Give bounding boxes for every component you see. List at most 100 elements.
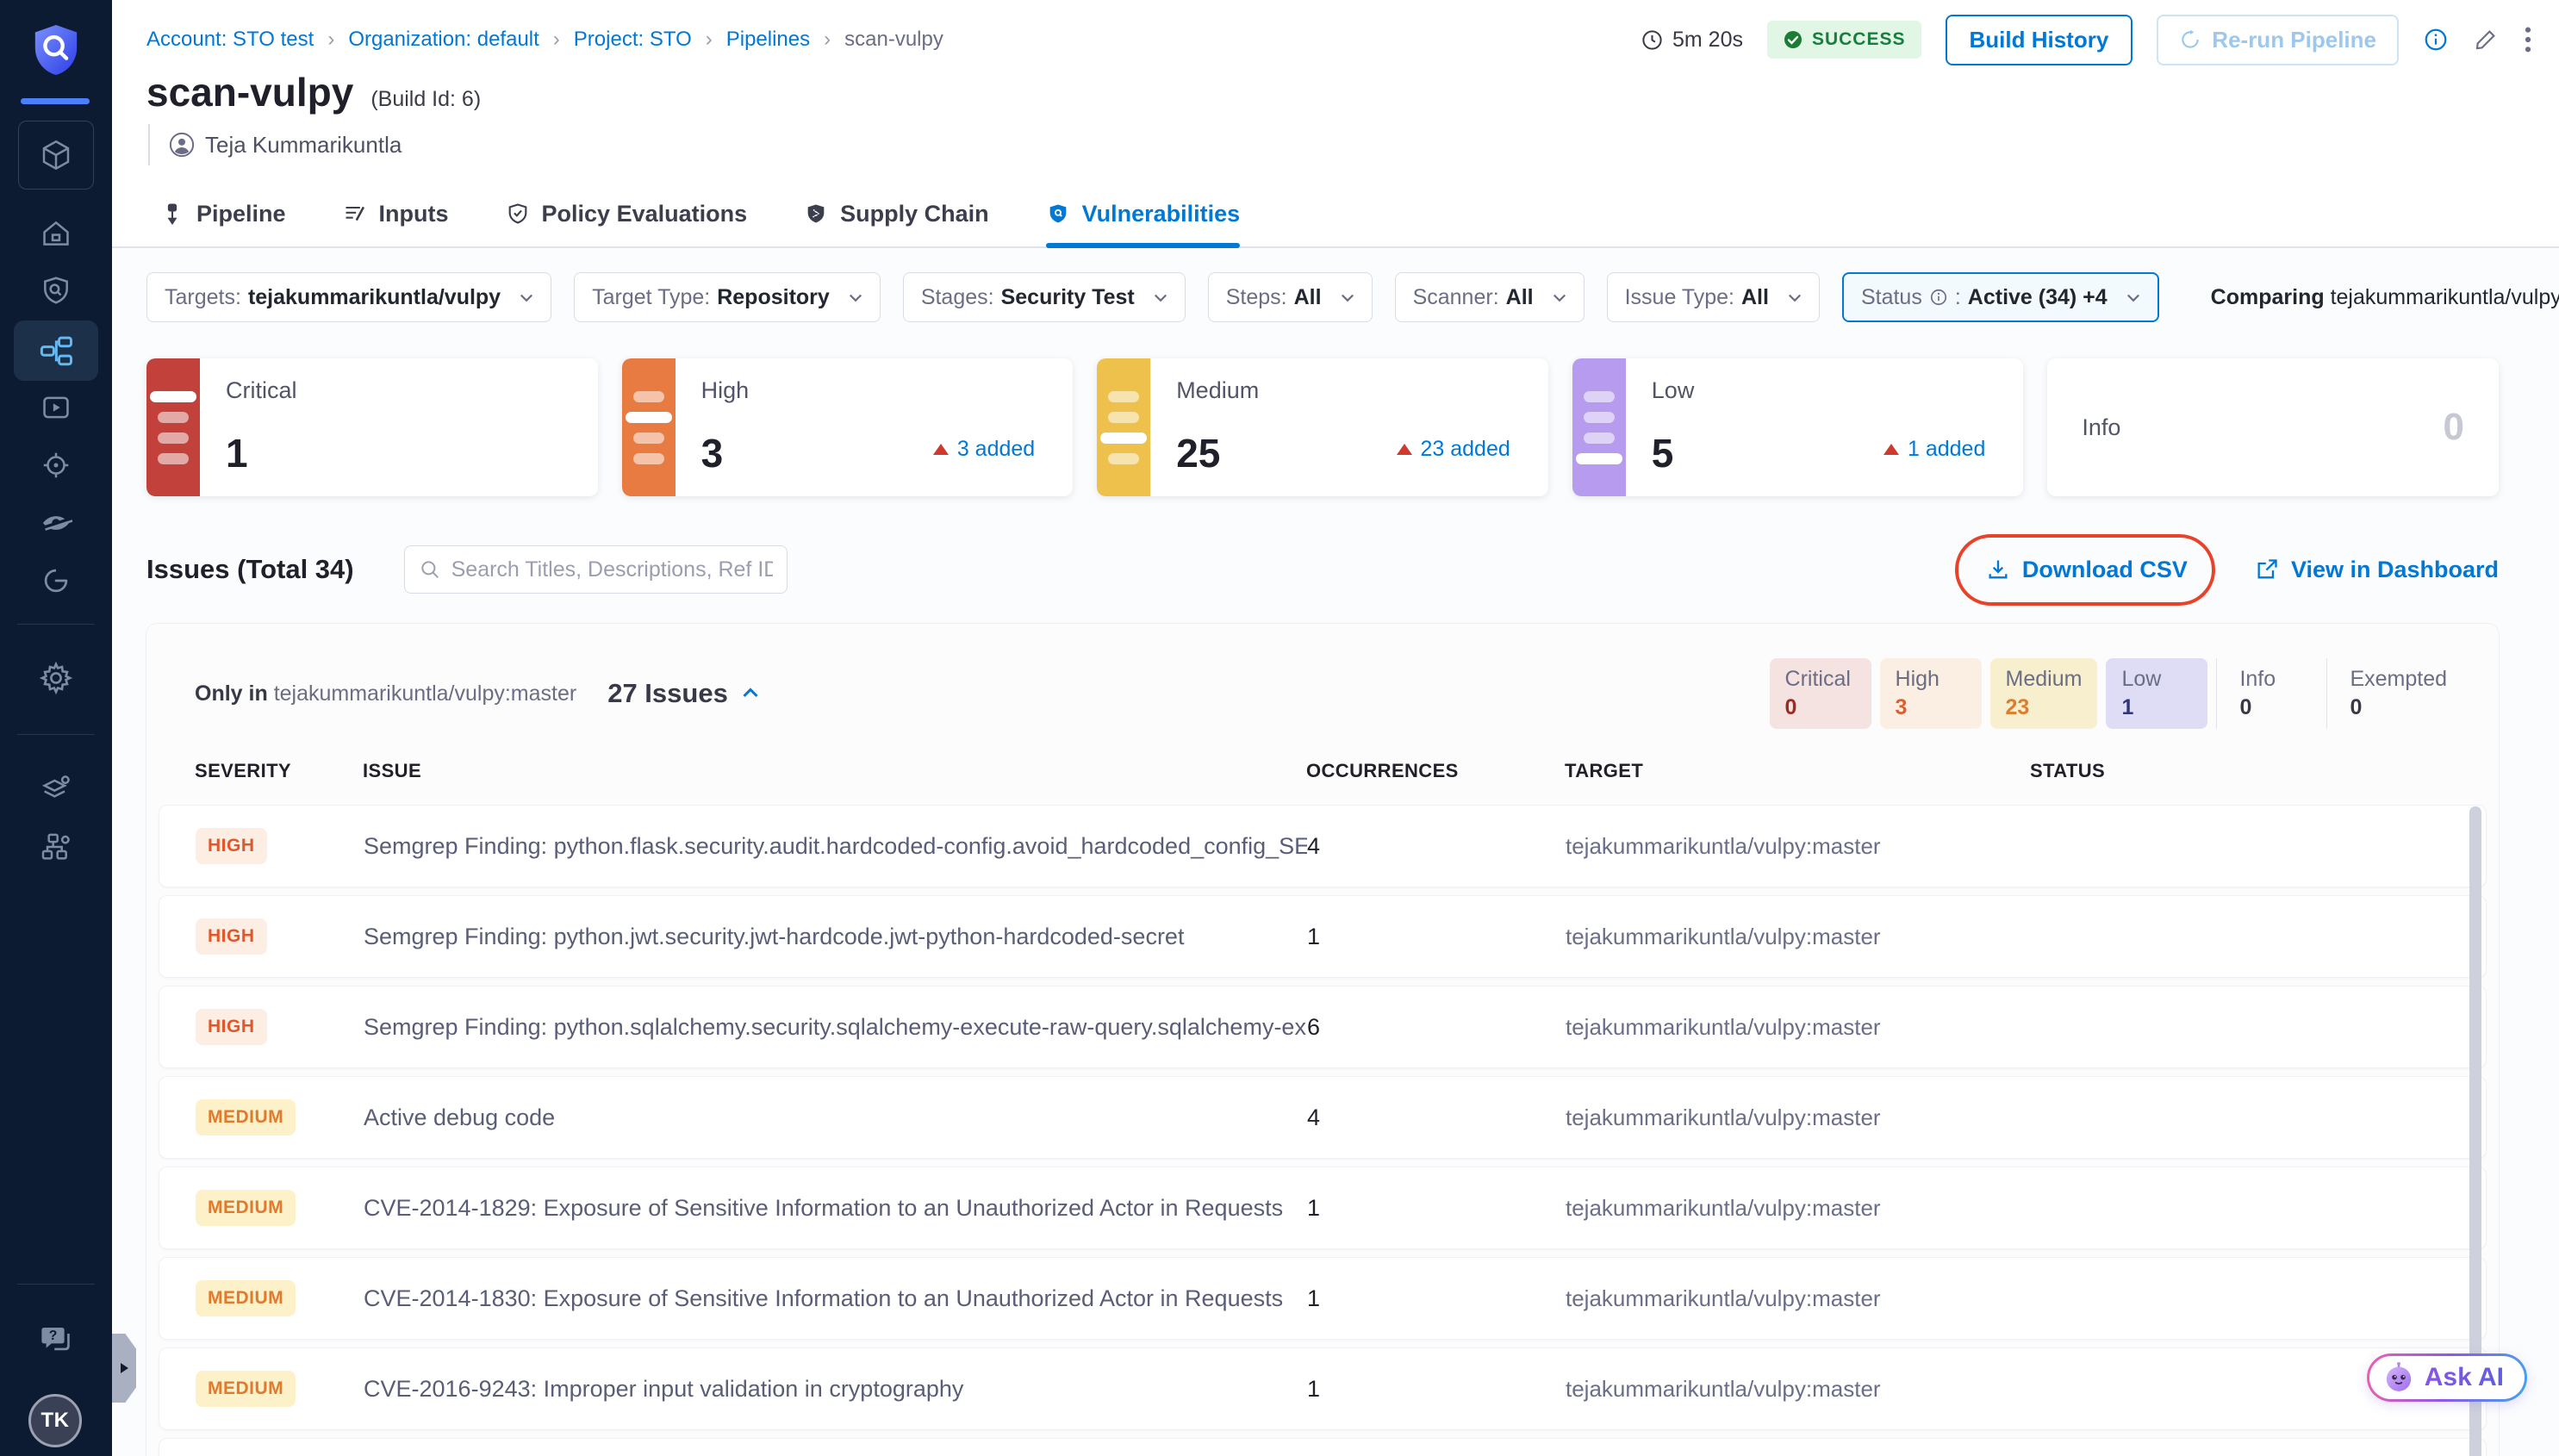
tabbar: Pipeline Inputs Policy Evaluations (112, 181, 2559, 248)
more-options-button[interactable] (2523, 25, 2533, 54)
search-icon (419, 558, 441, 581)
tab-policy-evaluations[interactable]: Policy Evaluations (506, 181, 748, 246)
sidebar-item-get-started[interactable] (0, 564, 112, 597)
occurrences-value: 1 (1307, 1376, 1566, 1403)
table-row[interactable]: MEDIUM Active debug code 4 tejakummariku… (159, 1076, 2487, 1159)
issue-title: Active debug code (364, 1104, 1307, 1131)
sidebar-item-executions[interactable] (0, 391, 112, 424)
sidebar-expand-handle[interactable] (112, 1334, 136, 1403)
filter-target-type[interactable]: Target Type:Repository (574, 272, 881, 322)
kebab-menu-icon (2523, 25, 2533, 54)
topbar: Account: STO test › Organization: defaul… (112, 19, 2559, 60)
comparing-label: Comparing tejakummarikuntla/vulpy:master… (2211, 285, 2559, 310)
sidebar-item-overview[interactable] (0, 217, 112, 250)
sidebar-item-org-settings[interactable] (0, 830, 112, 864)
rerun-pipeline-button[interactable]: Re-run Pipeline (2157, 15, 2399, 65)
breadcrumb-organization[interactable]: Organization: default (348, 28, 539, 52)
layers-gear-icon (39, 772, 73, 806)
help-chat-button[interactable]: ? (0, 1322, 112, 1358)
col-issue: ISSUE (363, 760, 1306, 782)
sidebar-item-account-settings[interactable] (0, 772, 112, 806)
sidebar-item-pipelines-active[interactable] (14, 320, 98, 381)
issue-title: Semgrep Finding: python.flask.security.a… (364, 833, 1307, 860)
sto-logo[interactable] (0, 22, 112, 78)
breadcrumb-separator: › (553, 28, 560, 52)
issues-total-title: Issues (Total 34) (146, 554, 354, 585)
chip-critical[interactable]: Critical0 (1770, 658, 1871, 729)
tab-pipeline[interactable]: Pipeline (160, 181, 286, 246)
target-value: tejakummarikuntla/vulpy:master (1566, 1376, 2031, 1403)
sidebar-item-settings[interactable] (0, 660, 112, 696)
ask-ai-button[interactable]: Ask AI (2367, 1353, 2527, 1402)
target-crosshair-icon (40, 449, 72, 482)
tab-supply-chain[interactable]: Supply Chain (804, 181, 989, 246)
card-low[interactable]: Low 5 1 added (1572, 358, 2024, 496)
severity-bars-icon (622, 358, 676, 496)
page-title: scan-vulpy (146, 69, 353, 115)
caret-right-icon (117, 1361, 131, 1375)
svg-text:?: ? (49, 1328, 58, 1343)
target-value: tejakummarikuntla/vulpy:master (1566, 1195, 2031, 1222)
card-critical[interactable]: Critical 1 (146, 358, 598, 496)
filter-steps[interactable]: Steps:All (1208, 272, 1373, 322)
table-row[interactable]: HIGH Semgrep Finding: python.sqlalchemy.… (159, 986, 2487, 1068)
card-info[interactable]: Info 0 (2047, 358, 2499, 496)
table-row[interactable]: HIGH Semgrep Finding: python.flask.secur… (159, 805, 2487, 887)
filters-row: Targets:tejakummarikuntla/vulpy Target T… (146, 272, 2499, 322)
table-row[interactable]: MEDIUM CVE-2017-11424: PyJWT: key confus… (159, 1438, 2487, 1456)
occurrences-value: 4 (1307, 1104, 1566, 1131)
table-row[interactable]: MEDIUM CVE-2014-1829: Exposure of Sensit… (159, 1167, 2487, 1249)
avatar[interactable]: TK (28, 1394, 82, 1447)
table-row[interactable]: MEDIUM CVE-2016-9243: Improper input val… (159, 1347, 2487, 1430)
card-high[interactable]: High 3 3 added (622, 358, 1074, 496)
refresh-icon (2179, 28, 2201, 51)
card-medium[interactable]: Medium 25 23 added (1097, 358, 1548, 496)
breadcrumb-account[interactable]: Account: STO test (146, 28, 314, 52)
download-csv-button[interactable]: Download CSV (1986, 557, 2188, 583)
table-row[interactable]: MEDIUM CVE-2014-1830: Exposure of Sensit… (159, 1257, 2487, 1340)
search-input[interactable] (451, 557, 773, 582)
check-circle-icon (1783, 29, 1803, 50)
triangle-up-icon (933, 444, 949, 455)
title-row: scan-vulpy (Build Id: 6) (112, 69, 2559, 115)
tab-vulnerabilities[interactable]: Vulnerabilities (1046, 181, 1241, 246)
build-history-button[interactable]: Build History (1946, 15, 2133, 65)
pipeline-info-button[interactable] (2423, 27, 2449, 53)
author-name: Teja Kummarikuntla (205, 132, 402, 159)
issues-header-row: Issues (Total 34) Download CSV (146, 544, 2499, 594)
author-row: Teja Kummarikuntla (148, 124, 2559, 165)
chip-medium[interactable]: Medium23 (1990, 658, 2098, 729)
module-selector-button[interactable] (18, 121, 94, 190)
filter-scanner[interactable]: Scanner:All (1395, 272, 1585, 322)
issue-title: CVE-2016-9243: Improper input validation… (364, 1376, 1307, 1403)
breadcrumb-project[interactable]: Project: STO (574, 28, 692, 52)
shield-nodes-icon (804, 202, 828, 226)
group-issue-count[interactable]: 27 Issues (607, 678, 761, 709)
issues-panel: Only in tejakummarikuntla/vulpy:master 2… (146, 624, 2499, 1456)
chip-info[interactable]: Info0 (2216, 658, 2318, 729)
filter-issue-type[interactable]: Issue Type:All (1607, 272, 1820, 322)
edit-pipeline-button[interactable] (2473, 27, 2499, 53)
sidebar-item-exemptions[interactable] (0, 507, 112, 539)
chip-low[interactable]: Low1 (2106, 658, 2207, 729)
build-id-label: (Build Id: 6) (370, 87, 481, 112)
severity-cards: Critical 1 High 3 3 added (146, 358, 2499, 496)
tab-inputs[interactable]: Inputs (343, 181, 449, 246)
filter-targets[interactable]: Targets:tejakummarikuntla/vulpy (146, 272, 551, 322)
breadcrumb-pipelines[interactable]: Pipelines (726, 28, 810, 52)
triangle-up-icon (1883, 444, 1899, 455)
severity-badge: HIGH (196, 828, 267, 864)
power-icon (40, 564, 72, 597)
table-row[interactable]: HIGH Semgrep Finding: python.jwt.securit… (159, 895, 2487, 978)
filter-status[interactable]: Status : Active (34) +4 (1842, 272, 2159, 322)
build-duration: 5m 20s (1641, 28, 1743, 53)
chip-exempted[interactable]: Exempted0 (2326, 658, 2462, 729)
gear-icon (38, 660, 74, 696)
sidebar-item-scans[interactable] (0, 274, 112, 307)
filter-stages[interactable]: Stages:Security Test (903, 272, 1186, 322)
issues-search[interactable] (404, 545, 788, 594)
sidebar-item-targets[interactable] (0, 449, 112, 482)
chip-high[interactable]: High3 (1880, 658, 1982, 729)
view-in-dashboard-button[interactable]: View in Dashboard (2255, 557, 2499, 583)
chevron-down-icon (1152, 289, 1169, 306)
